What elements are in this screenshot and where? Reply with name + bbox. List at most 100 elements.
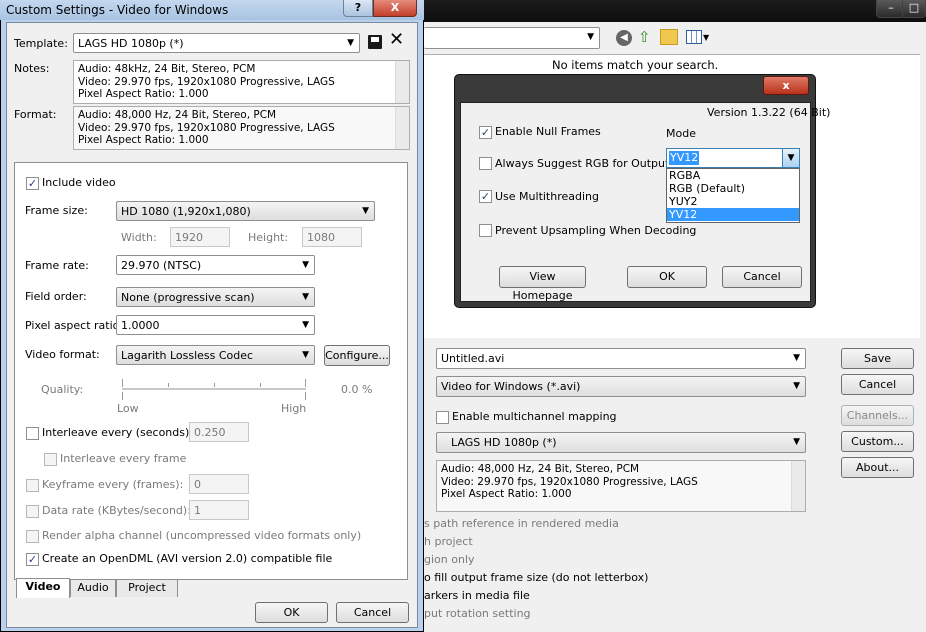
- lagarith-body: Version 1.3.22 (64 Bit) ✓ Enable Null Fr…: [460, 102, 830, 302]
- datarate-label: Data rate (KBytes/second):: [42, 504, 191, 517]
- close-button[interactable]: X: [373, 0, 417, 17]
- view-menu-icon[interactable]: [686, 30, 702, 44]
- frame-size-select[interactable]: HD 1080 (1,920x1,080) ▼: [116, 201, 375, 221]
- save-as-type-select[interactable]: Video for Windows (*.avi) ▼: [436, 376, 806, 397]
- interleave-input[interactable]: 0.250: [189, 422, 249, 442]
- opendml-checkbox[interactable]: ✓: [26, 553, 39, 566]
- mode-dropdown-list[interactable]: RGBA RGB (Default) YUY2 YV12: [666, 168, 800, 223]
- about-button[interactable]: About...: [841, 457, 914, 478]
- multichannel-label: Enable multichannel mapping: [452, 410, 617, 423]
- version-label: Version 1.3.22 (64 Bit): [707, 106, 831, 119]
- keyframe-input[interactable]: 0: [189, 474, 249, 494]
- frame-rate-combo[interactable]: 29.970 (NTSC) ▼: [116, 255, 315, 275]
- chevron-down-icon: ▼: [793, 437, 800, 447]
- quality-low-label: Low: [117, 402, 139, 415]
- height-input[interactable]: 1080: [302, 227, 362, 247]
- mode-option-rgb-default[interactable]: RGB (Default): [667, 182, 799, 195]
- option-path-reference[interactable]: s path reference in rendered media: [424, 517, 619, 530]
- save-button[interactable]: Save: [841, 348, 914, 369]
- keyframe-checkbox[interactable]: [26, 479, 39, 492]
- cancel-button[interactable]: Cancel: [722, 266, 802, 288]
- prevent-upsampling-label: Prevent Upsampling When Decoding: [495, 224, 697, 237]
- chevron-down-icon: ▼: [703, 33, 710, 42]
- video-format-select[interactable]: Lagarith Lossless Codec ▼: [116, 345, 315, 365]
- filename-input[interactable]: Untitled.avi ▼: [436, 348, 806, 369]
- tab-video[interactable]: Video: [16, 578, 70, 598]
- notes-label: Notes:: [14, 62, 50, 75]
- quality-slider[interactable]: [122, 379, 306, 401]
- format-field: Audio: 48,000 Hz, 24 Bit, Stereo, PCM Vi…: [73, 106, 410, 150]
- frame-rate-label: Frame rate:: [25, 259, 89, 272]
- scrollbar[interactable]: [395, 61, 409, 103]
- configure-button[interactable]: Configure...: [324, 345, 390, 366]
- quality-label: Quality:: [41, 383, 84, 396]
- mode-option-yv12[interactable]: YV12: [667, 208, 799, 221]
- width-label: Width:: [121, 231, 157, 244]
- notes-field[interactable]: Audio: 48kHz, 24 Bit, Stereo, PCM Video:…: [73, 60, 410, 104]
- width-input[interactable]: 1920: [170, 227, 230, 247]
- tab-audio[interactable]: Audio: [70, 579, 116, 597]
- template-description: Audio: 48,000 Hz, 24 Bit, Stereo, PCM Vi…: [436, 460, 806, 512]
- field-order-label: Field order:: [25, 290, 87, 303]
- new-folder-icon[interactable]: [660, 29, 678, 45]
- view-homepage-button[interactable]: View Homepage: [499, 266, 586, 302]
- interleave-frame-checkbox[interactable]: [44, 453, 57, 466]
- chevron-down-icon: ▼: [793, 353, 800, 363]
- delete-template-icon[interactable]: ✕: [389, 30, 404, 50]
- datarate-checkbox[interactable]: [26, 505, 39, 518]
- ok-button[interactable]: OK: [627, 266, 707, 288]
- close-button[interactable]: x: [763, 76, 809, 95]
- help-button[interactable]: ?: [343, 0, 373, 17]
- opendml-label: Create an OpenDML (AVI version 2.0) comp…: [42, 552, 333, 565]
- interleave-checkbox[interactable]: [26, 427, 39, 440]
- ok-button[interactable]: OK: [255, 602, 328, 623]
- pixel-aspect-label: Pixel aspect ratio:: [25, 319, 124, 332]
- include-video-checkbox[interactable]: ✓: [26, 177, 39, 190]
- quality-value: 0.0 %: [341, 383, 373, 396]
- include-video-label: Include video: [42, 176, 116, 189]
- option-markers[interactable]: arkers in media file: [424, 589, 530, 602]
- folder-path-combo[interactable]: ▼: [424, 27, 600, 49]
- chevron-down-icon: ▼: [302, 350, 309, 360]
- template-select[interactable]: LAGS HD 1080p (*) ▼: [436, 432, 806, 453]
- mode-label: Mode: [666, 127, 696, 140]
- template-label: Template:: [14, 37, 68, 50]
- scrollbar[interactable]: [791, 461, 805, 511]
- multithreading-label: Use Multithreading: [495, 190, 600, 203]
- cancel-button[interactable]: Cancel: [841, 374, 914, 395]
- mode-option-yuy2[interactable]: YUY2: [667, 195, 799, 208]
- frame-size-label: Frame size:: [25, 204, 88, 217]
- channels-button[interactable]: Channels...: [841, 405, 914, 426]
- chevron-down-icon: ▼: [302, 292, 309, 302]
- template-combo[interactable]: LAGS HD 1080p (*) ▼: [73, 33, 360, 53]
- up-folder-icon[interactable]: ⇧: [638, 28, 654, 46]
- chevron-down-icon: ▼: [587, 32, 594, 42]
- chevron-down-icon: ▼: [793, 381, 800, 391]
- null-frames-checkbox[interactable]: ✓: [479, 126, 492, 139]
- back-icon[interactable]: ◀: [616, 30, 632, 46]
- option-region-only[interactable]: gion only: [424, 553, 475, 566]
- cancel-button[interactable]: Cancel: [336, 602, 409, 623]
- mode-option-rgba[interactable]: RGBA: [667, 169, 799, 182]
- interleave-frame-label: Interleave every frame: [60, 452, 187, 465]
- maximize-button[interactable]: □: [902, 0, 926, 18]
- field-order-select[interactable]: None (progressive scan) ▼: [116, 287, 315, 307]
- pixel-aspect-combo[interactable]: 1.0000 ▼: [116, 315, 315, 335]
- datarate-input[interactable]: 1: [189, 500, 249, 520]
- option-project[interactable]: h project: [424, 535, 473, 548]
- mode-select[interactable]: YV12 ▼: [666, 148, 800, 168]
- lagarith-dialog: x Version 1.3.22 (64 Bit) ✓ Enable Null …: [454, 74, 830, 308]
- custom-button[interactable]: Custom...: [841, 431, 914, 452]
- null-frames-label: Enable Null Frames: [495, 125, 601, 138]
- scrollbar[interactable]: [395, 107, 409, 149]
- prevent-upsampling-checkbox[interactable]: [479, 224, 492, 237]
- option-rotation[interactable]: put rotation setting: [424, 607, 531, 620]
- suggest-rgb-checkbox[interactable]: [479, 157, 492, 170]
- chevron-down-icon[interactable]: ▼: [782, 149, 799, 167]
- tab-project[interactable]: Project: [116, 579, 178, 597]
- render-alpha-checkbox[interactable]: [26, 530, 39, 543]
- multichannel-checkbox[interactable]: [436, 411, 449, 424]
- multithreading-checkbox[interactable]: ✓: [479, 190, 492, 203]
- save-template-icon[interactable]: [368, 35, 382, 49]
- option-stretch-frame[interactable]: o fill output frame size (do not letterb…: [424, 571, 648, 584]
